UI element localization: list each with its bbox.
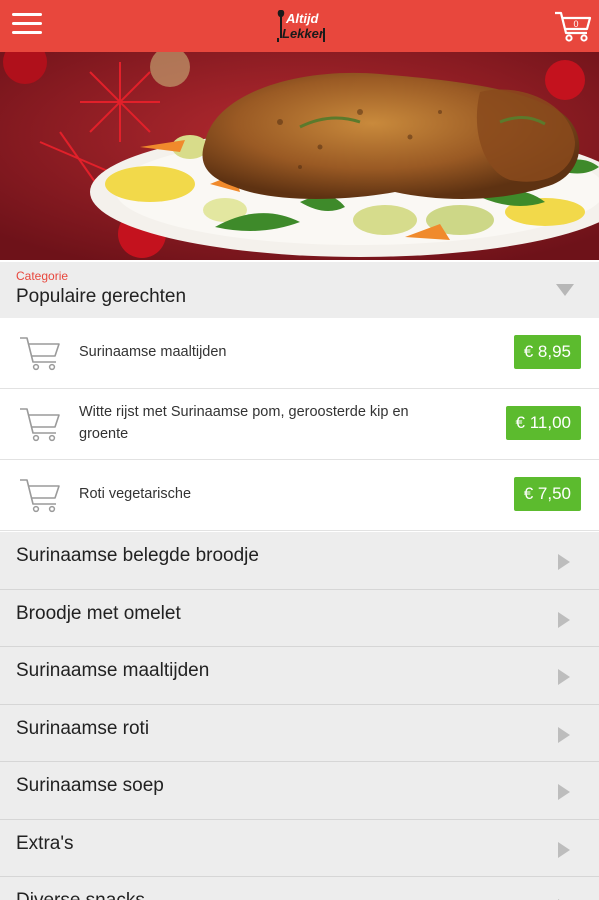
category-row[interactable]: Surinaamse maaltijden xyxy=(0,647,599,705)
chevron-right-icon xyxy=(558,554,570,570)
app-header: Altijd Lekker 0 xyxy=(0,0,599,52)
item-name: Surinaamse maaltijden xyxy=(79,344,227,360)
item-price[interactable]: € 11,00 xyxy=(505,406,581,440)
chevron-right-icon xyxy=(558,669,570,685)
category-row-label: Extra's xyxy=(16,832,74,854)
category-select[interactable]: Categorie Populaire gerechten xyxy=(0,262,599,318)
chevron-right-icon xyxy=(558,726,570,743)
category-row-label: Diverse snacks xyxy=(16,890,145,900)
category-row[interactable]: Surinaamse belegde broodje xyxy=(0,532,599,590)
popular-items-list: Surinaamse maaltijden € 8,95 Witte rijst… xyxy=(0,318,599,531)
list-item[interactable]: Surinaamse maaltijden € 8,95 xyxy=(0,318,599,389)
category-select-label: Categorie xyxy=(16,269,69,283)
category-row[interactable]: Diverse snacks xyxy=(0,877,599,900)
item-name: Roti vegetarische xyxy=(79,486,192,502)
category-row[interactable]: Surinaamse roti xyxy=(0,704,599,762)
chevron-right-icon xyxy=(558,784,570,800)
shopping-cart-icon[interactable]: 0 xyxy=(554,9,592,43)
category-row-label: Surinaamse belegde broodje xyxy=(16,545,259,566)
add-to-cart-icon[interactable] xyxy=(18,405,62,443)
category-row[interactable]: Surinaamse soep xyxy=(0,762,599,820)
dropdown-arrow-icon[interactable] xyxy=(556,284,574,296)
hero-food-image xyxy=(0,52,599,260)
category-row-label: Surinaamse maaltijden xyxy=(16,660,210,681)
chevron-right-icon xyxy=(558,611,570,628)
category-row[interactable]: Broodje met omelet xyxy=(0,589,599,647)
add-to-cart-icon[interactable] xyxy=(18,334,62,372)
chevron-right-icon xyxy=(558,841,570,858)
item-price[interactable]: € 7,50 xyxy=(513,477,581,511)
hamburger-menu-icon[interactable] xyxy=(12,13,42,37)
category-select-value: Populaire gerechten xyxy=(16,286,187,307)
category-list: Surinaamse belegde broodje Broodje met o… xyxy=(0,532,599,900)
item-price[interactable]: € 8,95 xyxy=(513,335,581,369)
add-to-cart-icon[interactable] xyxy=(18,476,62,514)
app-logo: Altijd Lekker xyxy=(277,10,325,42)
category-row-label: Surinaamse soep xyxy=(16,775,164,796)
category-row[interactable]: Extra's xyxy=(0,819,599,877)
list-item[interactable]: Witte rijst met Surinaamse pom, gerooste… xyxy=(0,389,599,460)
cart-count: 0 xyxy=(573,19,578,29)
category-row-label: Broodje met omelet xyxy=(16,602,181,624)
logo-text-line2: Lekker xyxy=(282,26,325,41)
logo-text-line1: Altijd xyxy=(285,11,320,26)
item-name: Witte rijst met Surinaamse pom, gerooste… xyxy=(79,404,409,442)
list-item[interactable]: Roti vegetarische € 7,50 xyxy=(0,460,599,531)
category-row-label: Surinaamse roti xyxy=(16,717,150,739)
